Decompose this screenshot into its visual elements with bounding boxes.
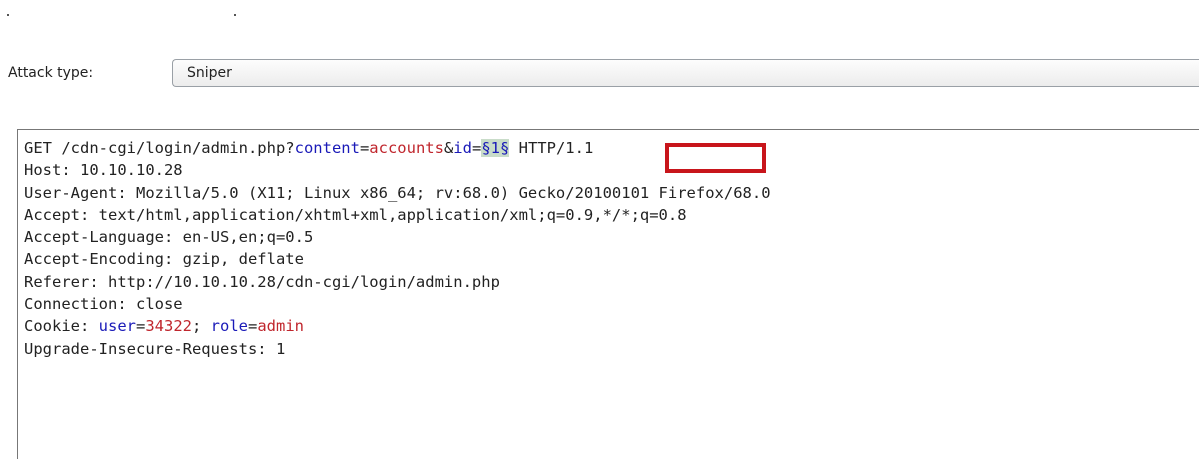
payload-marker: §1§	[481, 139, 510, 157]
header-connection: Connection: close	[24, 295, 183, 314]
attack-type-value: Sniper	[187, 65, 232, 81]
stray-dot	[234, 14, 236, 16]
header-upgrade-insecure-requests: Upgrade-Insecure-Requests: 1	[24, 339, 286, 358]
header-user-agent: User-Agent: Mozilla/5.0 (X11; Linux x86_…	[24, 183, 771, 202]
attack-type-label: Attack type:	[8, 65, 94, 81]
attack-type-row: Attack type: Sniper	[8, 59, 1199, 89]
payload-highlight-box	[665, 143, 766, 173]
cookie-name: user	[98, 317, 136, 336]
param-value: accounts	[369, 139, 444, 157]
cookie-value: 34322	[145, 317, 192, 336]
header-referer: Referer: http://10.10.10.28/cdn-cgi/logi…	[24, 272, 500, 291]
cookie-value: admin	[257, 317, 305, 336]
cookie-name: role	[210, 317, 248, 336]
attack-type-select[interactable]: Sniper	[172, 59, 1199, 87]
header-accept-encoding: Accept-Encoding: gzip, deflate	[24, 250, 304, 269]
param-name: id	[453, 139, 472, 157]
request-text: GET /cdn-cgi/login/admin.php?content=acc…	[24, 137, 771, 360]
header-accept-language: Accept-Language: en-US,en;q=0.5	[24, 228, 314, 247]
request-line: GET /cdn-cgi/login/admin.php?content=acc…	[24, 139, 594, 157]
request-editor[interactable]: GET /cdn-cgi/login/admin.php?content=acc…	[17, 129, 1199, 459]
header-accept: Accept: text/html,application/xhtml+xml,…	[24, 205, 687, 224]
param-name: content	[294, 139, 360, 157]
stray-dot	[7, 14, 9, 16]
header-host: Host: 10.10.10.28	[24, 161, 183, 180]
header-cookie: Cookie: user=34322; role=admin	[24, 317, 305, 336]
